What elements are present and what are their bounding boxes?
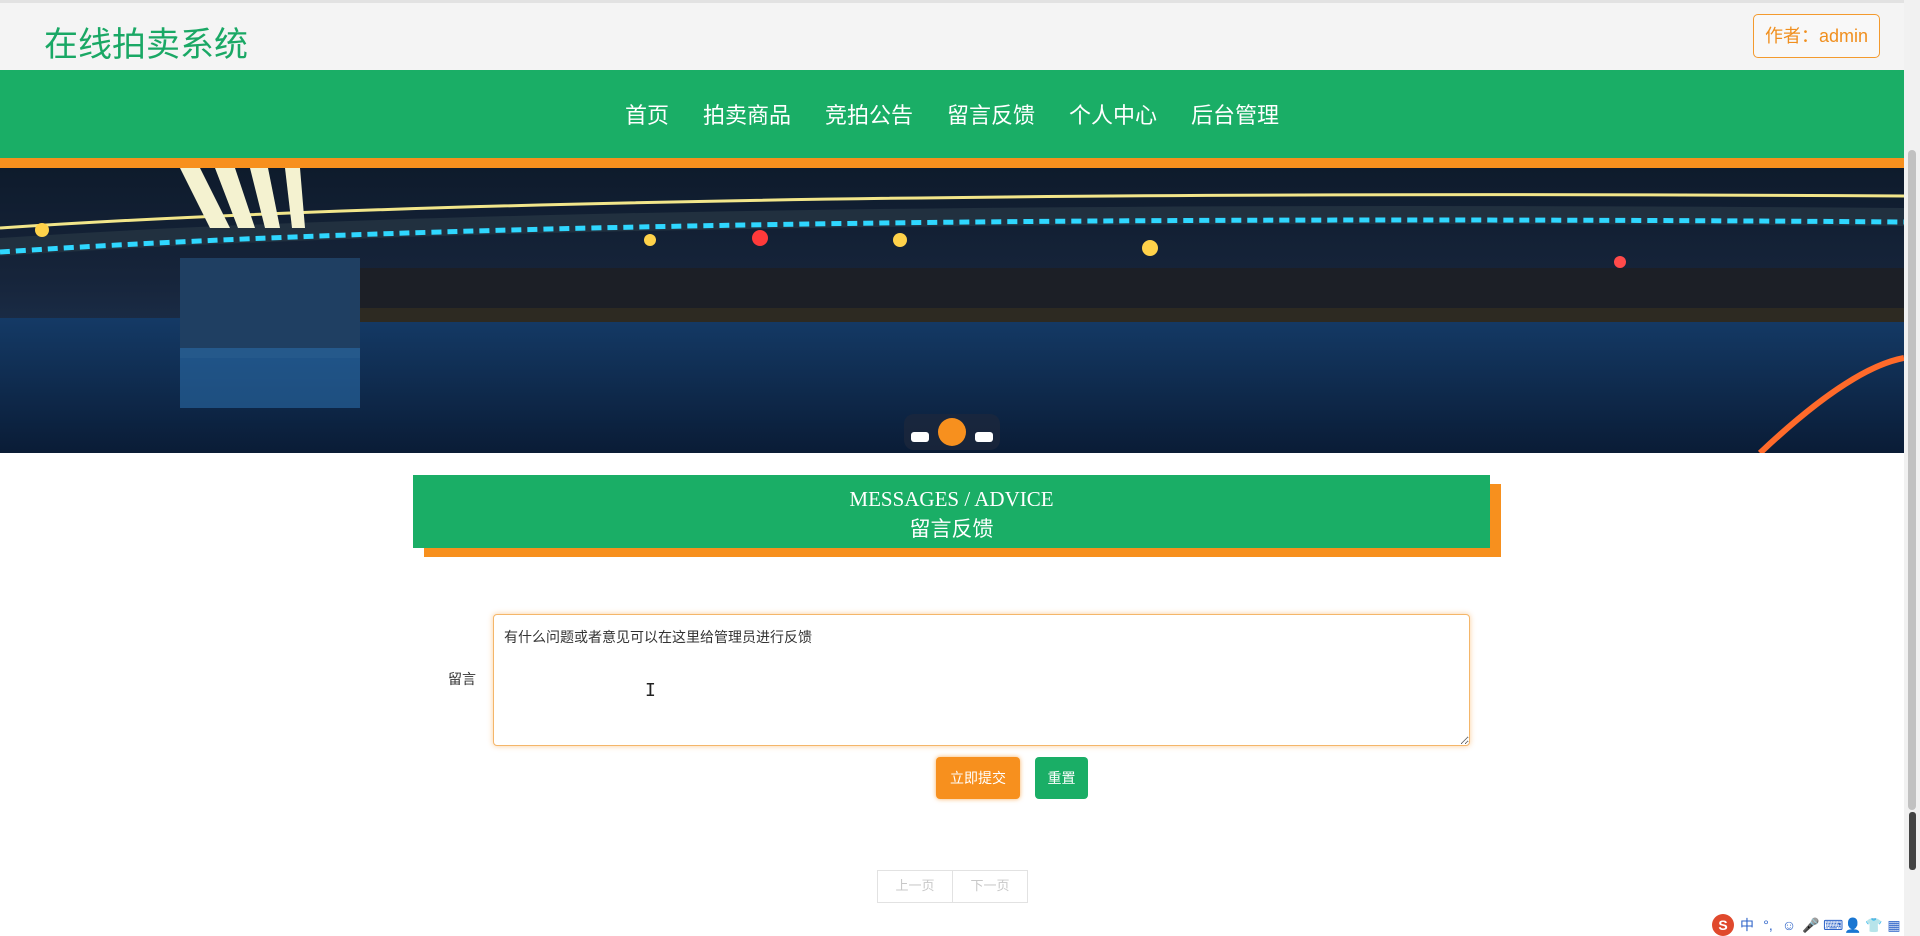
top-header: 在线拍卖系统 作者：admin bbox=[0, 0, 1904, 70]
scrollbar-thumb[interactable] bbox=[1908, 150, 1916, 810]
nav-item-home[interactable]: 首页 bbox=[625, 98, 669, 130]
prev-page-button[interactable]: 上一页 bbox=[878, 871, 952, 902]
section-title-cn: 留言反馈 bbox=[909, 517, 994, 541]
vertical-scrollbar[interactable] bbox=[1904, 0, 1920, 936]
nav-item-feedback[interactable]: 留言反馈 bbox=[947, 98, 1035, 130]
banner-carousel[interactable] bbox=[0, 168, 1904, 453]
ime-menu-icon[interactable]: ▦ bbox=[1886, 917, 1902, 934]
text-cursor-icon: I bbox=[645, 680, 656, 701]
nav-item-auction-goods[interactable]: 拍卖商品 bbox=[703, 98, 791, 130]
carousel-dot-1[interactable] bbox=[911, 432, 929, 442]
nav-item-bid-notice[interactable]: 竞拍公告 bbox=[825, 98, 913, 130]
message-textarea[interactable]: 有什么问题或者意见可以在这里给管理员进行反馈 bbox=[493, 614, 1470, 746]
ime-chinese-mode-icon[interactable]: 中 bbox=[1739, 915, 1755, 935]
carousel-indicators bbox=[904, 414, 1000, 450]
submit-button[interactable]: 立即提交 bbox=[936, 757, 1020, 799]
ime-skin-icon[interactable]: 👕 bbox=[1865, 917, 1882, 934]
ime-keyboard-icon[interactable]: ⌨ bbox=[1823, 917, 1843, 934]
ime-emoji-icon[interactable]: ☺ bbox=[1781, 917, 1797, 933]
carousel-dot-3[interactable] bbox=[975, 432, 993, 442]
nav-list: 首页 拍卖商品 竞拍公告 留言反馈 个人中心 后台管理 bbox=[0, 70, 1904, 158]
section-title-en: MESSAGES / ADVICE bbox=[849, 487, 1054, 511]
pagination: 上一页 下一页 bbox=[877, 870, 1028, 903]
message-label: 留言 bbox=[448, 672, 476, 688]
section-heading: MESSAGES / ADVICE 留言反馈 bbox=[413, 475, 1490, 548]
ime-mic-icon[interactable]: 🎤 bbox=[1802, 917, 1819, 934]
banner-image bbox=[0, 168, 1904, 453]
site-title[interactable]: 在线拍卖系统 bbox=[44, 17, 248, 66]
carousel-dot-active[interactable] bbox=[938, 418, 966, 446]
ime-logo-icon[interactable]: S bbox=[1712, 914, 1734, 936]
next-page-button[interactable]: 下一页 bbox=[952, 871, 1027, 902]
scrollbar-handle[interactable] bbox=[1909, 812, 1916, 870]
main-nav: 首页 拍卖商品 竞拍公告 留言反馈 个人中心 后台管理 bbox=[0, 70, 1904, 158]
ime-punctuation-icon[interactable]: °, bbox=[1760, 917, 1776, 933]
reset-button[interactable]: 重置 bbox=[1035, 757, 1088, 799]
nav-item-personal-center[interactable]: 个人中心 bbox=[1069, 98, 1157, 130]
ime-toolbar: S 中 °, ☺ 🎤 ⌨ 👤 👕 ▦ bbox=[1712, 914, 1902, 936]
ime-user-icon[interactable]: 👤 bbox=[1844, 917, 1861, 934]
nav-accent-bar bbox=[0, 158, 1904, 168]
author-badge[interactable]: 作者：admin bbox=[1752, 14, 1880, 58]
nav-item-admin[interactable]: 后台管理 bbox=[1191, 98, 1279, 130]
